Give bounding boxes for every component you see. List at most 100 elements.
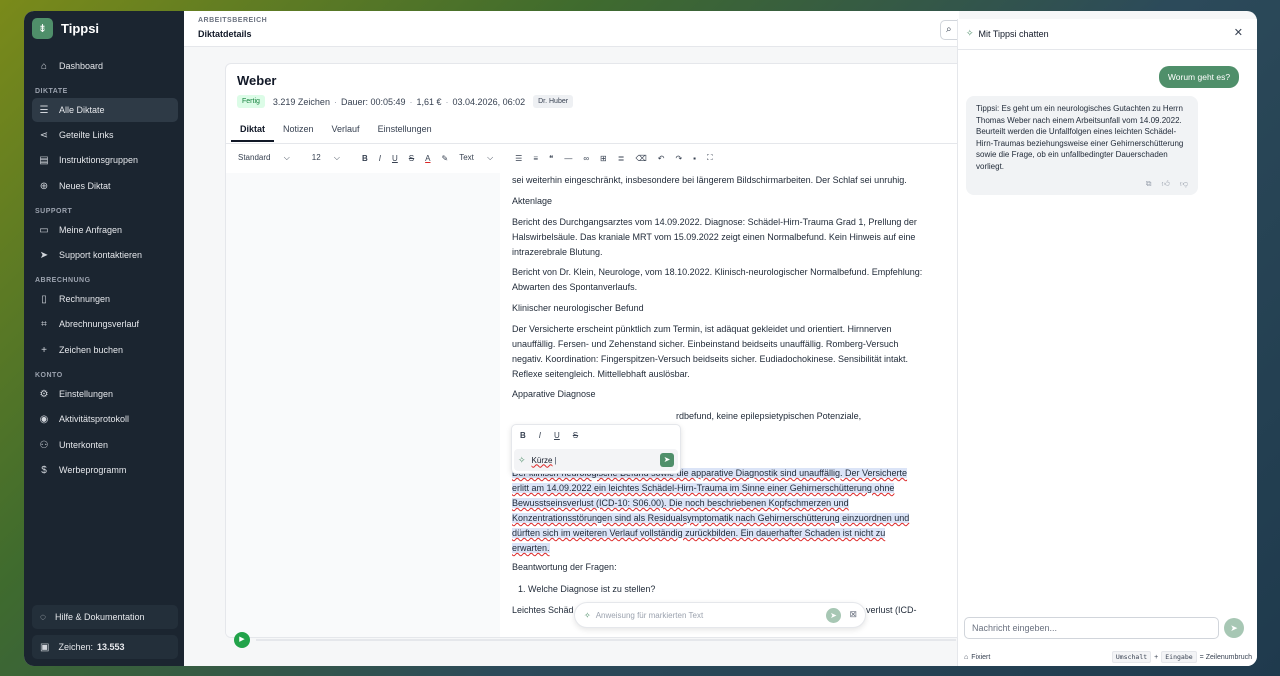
chat-bubble-icon: ◌ <box>40 611 46 623</box>
bubble-underline-button[interactable]: U <box>554 431 560 440</box>
sidebar-item-label: Geteilte Links <box>59 130 114 140</box>
underline-button[interactable]: U <box>392 154 398 163</box>
sidebar-item-label: Unterkonten <box>59 440 109 450</box>
tab-divider <box>226 143 964 144</box>
text-color-button[interactable]: A <box>425 154 430 163</box>
send-button[interactable]: ➤ <box>826 608 841 623</box>
assistant-message-text: Tippsi: Es geht um ein neurologisches Gu… <box>976 104 1184 171</box>
close-icon[interactable]: ✕ <box>1234 26 1243 39</box>
sidebar-item-alle-diktate[interactable]: ☰ Alle Diktate <box>32 98 178 122</box>
sidebar-item-support-kontaktieren[interactable]: ➤ Support kontaktieren <box>32 243 178 267</box>
activity-icon: ◉ <box>39 413 49 425</box>
question-1: 1. Welche Diagnose ist zu stellen? <box>518 584 656 594</box>
fullscreen-icon[interactable]: ⛶ <box>707 153 713 163</box>
paragraph: Bericht von Dr. Klein, Neurologe, vom 18… <box>512 267 923 292</box>
chars-balance[interactable]: ▣ Zeichen: 13.553 <box>32 635 178 659</box>
save-icon[interactable]: ▪ <box>693 154 696 163</box>
heading-answers: Beantwortung der Fragen: <box>512 562 617 572</box>
sidebar-item-zeichen-buchen[interactable]: + Zeichen buchen <box>32 338 178 362</box>
thumbs-down-icon[interactable]: 👎︎ <box>1180 178 1188 190</box>
sidebar-item-label: Aktivitätsprotokoll <box>59 414 130 424</box>
text-type-select[interactable]: Text ⌵ <box>459 153 504 163</box>
heading-apparative-diagnose: Apparative Diagnose <box>512 389 596 399</box>
clear-format-icon[interactable]: ⌫ <box>635 154 646 163</box>
bubble-bold-button[interactable]: B <box>520 431 526 440</box>
sidebar-item-abrechnungsverlauf[interactable]: ⌗ Abrechnungsverlauf <box>32 312 178 336</box>
sidebar-item-instruktionsgruppen[interactable]: ▤ Instruktionsgruppen <box>32 148 178 172</box>
bubble-italic-button[interactable]: I <box>539 431 541 440</box>
help-button[interactable]: ◌ Hilfe & Dokumentation <box>32 605 178 629</box>
copy-icon[interactable]: ⧉ <box>1146 178 1152 190</box>
sidebar: ⇟ Tippsi ⌂ Dashboard DIKTATE ☰ Alle Diktat… <box>24 11 184 666</box>
sidebar-item-label: Rechnungen <box>59 294 111 304</box>
chat-header: ✧ Mit Tippsi chatten <box>966 28 1049 39</box>
bubble-strike-button[interactable]: S <box>573 431 578 440</box>
sidebar-item-werbeprogramm[interactable]: $ Werbeprogramm <box>32 458 178 482</box>
sidebar-item-geteilte-links[interactable]: ⋖ Geteilte Links <box>32 123 178 147</box>
user-message: Worum geht es? <box>1159 66 1239 88</box>
sidebar-item-label: Abrechnungsverlauf <box>59 319 140 329</box>
sidebar-item-label: Einstellungen <box>59 389 114 399</box>
sidebar-item-neues-diktat[interactable]: ⊕ Neues Diktat <box>32 174 178 198</box>
sidebar-item-einstellungen[interactable]: ⚙ Einstellungen <box>32 382 178 406</box>
chars-value: 13.553 <box>96 642 125 652</box>
section-konto: KONTO <box>35 372 63 379</box>
tab-verlauf[interactable]: Verlauf <box>323 122 369 142</box>
ai-prompt-input[interactable]: ✧ Kürze | ➤ <box>514 449 678 471</box>
sidebar-item-meine-anfragen[interactable]: ▭ Meine Anfragen <box>32 218 178 242</box>
numbered-list-icon[interactable]: ≡ <box>533 154 538 163</box>
send-icon[interactable]: ➤ <box>660 453 674 467</box>
date: 03.04.2026, 06:02 <box>452 96 526 107</box>
redo-icon[interactable]: ↷ <box>675 154 682 163</box>
brand[interactable]: ⇟ Tippsi <box>32 18 99 39</box>
dollar-icon: $ <box>41 464 47 476</box>
kbd-shift: Umschalt <box>1111 651 1152 663</box>
tab-diktat[interactable]: Diktat <box>231 122 275 142</box>
align-icon[interactable]: ≣ <box>618 154 625 163</box>
duration: Dauer: 00:05:49 <box>340 96 406 107</box>
table-icon[interactable]: ⊞ <box>600 154 607 163</box>
chat-send-button[interactable]: ➤ <box>1224 618 1244 638</box>
bullet-list-icon[interactable]: ☰ <box>515 154 522 163</box>
link-icon[interactable]: ∞ <box>583 154 589 163</box>
pinned-toggle[interactable]: Fixiert <box>971 654 990 661</box>
paragraph: sei weiterhin eingeschränkt, insbesonder… <box>512 175 907 185</box>
tab-notizen[interactable]: Notizen <box>274 122 323 142</box>
undo-icon[interactable]: ↶ <box>658 154 665 163</box>
heading-befund: Klinischer neurologischer Befund <box>512 303 644 313</box>
document-icon: ▤ <box>39 154 49 166</box>
sidebar-item-rechnungen[interactable]: ▯ Rechnungen <box>32 287 178 311</box>
char-count: 3.219 Zeichen <box>272 96 330 107</box>
bold-button[interactable]: B <box>362 154 368 163</box>
selected-paragraph[interactable]: Der klinisch-neurologische Befund sowie … <box>512 466 924 556</box>
font-size-select[interactable]: 12 ⌵ <box>312 153 351 163</box>
file-icon: ▯ <box>41 293 47 305</box>
paragraph-style-select[interactable]: Standard ⌵ <box>238 153 301 163</box>
highlight-icon[interactable]: ✎ <box>441 154 448 163</box>
chat-message-input[interactable]: Nachricht eingeben... <box>964 617 1219 639</box>
answer-partial-b: verlust (ICD- <box>866 605 917 615</box>
quote-icon[interactable]: ❝ <box>549 154 553 163</box>
users-icon: ⚇ <box>39 439 49 451</box>
breadcrumb[interactable]: ARBEITSBEREICH <box>198 17 267 24</box>
floating-instruction-bar[interactable]: ✧ Anweisung für markierten Text ➤ ⊠ <box>574 602 866 628</box>
sidebar-item-aktivitaetsprotokoll[interactable]: ◉ Aktivitätsprotokoll <box>32 407 178 431</box>
pin-icon[interactable]: ⌂ <box>964 654 968 661</box>
wallet-icon: ▣ <box>40 641 50 653</box>
horizontal-rule-icon[interactable]: — <box>564 154 572 163</box>
thumbs-up-icon[interactable]: 👍︎ <box>1162 178 1170 190</box>
tab-einstellungen[interactable]: Einstellungen <box>369 122 441 142</box>
editor-content[interactable]: sei weiterhin eingeschränkt, insbesonder… <box>512 173 924 623</box>
sidebar-item-unterkonten[interactable]: ⚇ Unterkonten <box>32 433 178 457</box>
sidebar-item-dashboard[interactable]: ⌂ Dashboard <box>32 54 178 78</box>
italic-button[interactable]: I <box>379 154 381 163</box>
close-icon[interactable]: ⊠ <box>849 609 857 620</box>
author-badge[interactable]: Dr. Huber <box>533 95 574 108</box>
strikethrough-button[interactable]: S <box>409 154 414 163</box>
play-button[interactable]: ▶ <box>234 632 250 648</box>
audio-progress-track[interactable] <box>256 639 956 641</box>
ai-prompt-value: Kürze <box>531 455 553 465</box>
chat-panel: ✧ Mit Tippsi chatten ✕ Worum geht es? Ti… <box>957 19 1257 666</box>
list-icon: ☰ <box>39 104 49 116</box>
assistant-message: Tippsi: Es geht um ein neurologisches Gu… <box>966 96 1198 195</box>
